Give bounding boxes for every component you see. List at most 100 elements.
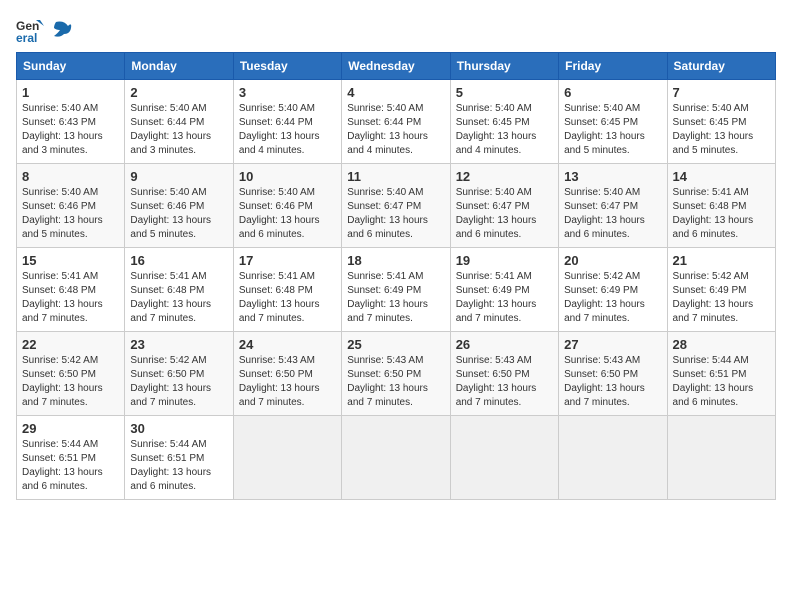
calendar-day-7: 7 Sunrise: 5:40 AMSunset: 6:45 PMDaylight… xyxy=(667,80,775,164)
day-number: 10 xyxy=(239,169,336,184)
day-details: Sunrise: 5:42 AMSunset: 6:50 PMDaylight:… xyxy=(130,354,227,410)
calendar-day-1: 1Sunrise: 5:40 AMSunset: 6:43 PMDaylight… xyxy=(17,80,125,164)
day-number: 27 xyxy=(564,337,661,352)
day-details: Sunrise: 5:40 AMSunset: 6:45 PMDaylight:… xyxy=(564,102,661,158)
calendar-day-15: 15Sunrise: 5:41 AMSunset: 6:48 PMDayligh… xyxy=(17,248,125,332)
day-details: Sunrise: 5:41 AMSunset: 6:48 PMDaylight:… xyxy=(673,186,770,242)
calendar-day-5: 5 Sunrise: 5:40 AMSunset: 6:45 PMDaylight… xyxy=(450,80,558,164)
day-number: 29 xyxy=(22,421,119,436)
day-of-week-wednesday: Wednesday xyxy=(342,53,450,80)
day-details: Sunrise: 5:40 AMSunset: 6:43 PMDaylight:… xyxy=(22,102,119,158)
calendar-day-4: 4 Sunrise: 5:40 AMSunset: 6:44 PMDaylight… xyxy=(342,80,450,164)
day-number: 19 xyxy=(456,253,553,268)
day-number: 20 xyxy=(564,253,661,268)
day-details: Sunrise: 5:43 AMSunset: 6:50 PMDaylight:… xyxy=(456,354,553,410)
day-number: 11 xyxy=(347,169,444,184)
day-number: 8 xyxy=(22,169,119,184)
empty-day xyxy=(233,416,341,500)
day-details: Sunrise: 5:40 AMSunset: 6:46 PMDaylight:… xyxy=(239,186,336,242)
calendar-day-14: 14 Sunrise: 5:41 AMSunset: 6:48 PMDayligh… xyxy=(667,164,775,248)
logo: Gen eral xyxy=(16,16,73,44)
calendar-day-2: 2 Sunrise: 5:40 AMSunset: 6:44 PMDaylight… xyxy=(125,80,233,164)
day-details: Sunrise: 5:44 AMSunset: 6:51 PMDaylight:… xyxy=(22,438,119,494)
calendar-day-6: 6 Sunrise: 5:40 AMSunset: 6:45 PMDaylight… xyxy=(559,80,667,164)
header: Gen eral xyxy=(16,16,776,44)
day-details: Sunrise: 5:40 AMSunset: 6:45 PMDaylight:… xyxy=(673,102,770,158)
calendar-container: SundayMondayTuesdayWednesdayThursdayFrid… xyxy=(16,52,776,500)
calendar-day-19: 19 Sunrise: 5:41 AMSunset: 6:49 PMDayligh… xyxy=(450,248,558,332)
day-details: Sunrise: 5:42 AMSunset: 6:49 PMDaylight:… xyxy=(673,270,770,326)
calendar-week-3: 22 Sunrise: 5:42 AMSunset: 6:50 PMDayligh… xyxy=(17,332,776,416)
calendar-day-9: 9Sunrise: 5:40 AMSunset: 6:46 PMDaylight… xyxy=(125,164,233,248)
calendar-day-16: 16 Sunrise: 5:41 AMSunset: 6:48 PMDayligh… xyxy=(125,248,233,332)
calendar-week-1: 8 Sunrise: 5:40 AMSunset: 6:46 PMDaylight… xyxy=(17,164,776,248)
day-number: 2 xyxy=(130,85,227,100)
day-of-week-friday: Friday xyxy=(559,53,667,80)
calendar-day-22: 22Sunrise: 5:42 AMSunset: 6:50 PMDayligh… xyxy=(17,332,125,416)
day-details: Sunrise: 5:44 AMSunset: 6:51 PMDaylight:… xyxy=(130,438,227,494)
calendar-day-3: 3 Sunrise: 5:40 AMSunset: 6:44 PMDaylight… xyxy=(233,80,341,164)
day-number: 5 xyxy=(456,85,553,100)
calendar-day-28: 28Sunrise: 5:44 AMSunset: 6:51 PMDayligh… xyxy=(667,332,775,416)
day-number: 12 xyxy=(456,169,553,184)
day-details: Sunrise: 5:43 AMSunset: 6:50 PMDaylight:… xyxy=(239,354,336,410)
day-details: Sunrise: 5:40 AMSunset: 6:46 PMDaylight:… xyxy=(22,186,119,242)
logo-icon: Gen eral xyxy=(16,16,44,44)
calendar-day-11: 11 Sunrise: 5:40 AMSunset: 6:47 PMDayligh… xyxy=(342,164,450,248)
logo-wordmark xyxy=(48,20,73,40)
calendar-day-27: 27 Sunrise: 5:43 AMSunset: 6:50 PMDayligh… xyxy=(559,332,667,416)
day-details: Sunrise: 5:40 AMSunset: 6:44 PMDaylight:… xyxy=(130,102,227,158)
day-of-week-saturday: Saturday xyxy=(667,53,775,80)
day-of-week-tuesday: Tuesday xyxy=(233,53,341,80)
day-number: 14 xyxy=(673,169,770,184)
day-number: 22 xyxy=(22,337,119,352)
day-number: 24 xyxy=(239,337,336,352)
day-details: Sunrise: 5:42 AMSunset: 6:49 PMDaylight:… xyxy=(564,270,661,326)
calendar-day-24: 24 Sunrise: 5:43 AMSunset: 6:50 PMDayligh… xyxy=(233,332,341,416)
day-details: Sunrise: 5:40 AMSunset: 6:44 PMDaylight:… xyxy=(347,102,444,158)
calendar-day-21: 21 Sunrise: 5:42 AMSunset: 6:49 PMDayligh… xyxy=(667,248,775,332)
day-details: Sunrise: 5:40 AMSunset: 6:47 PMDaylight:… xyxy=(456,186,553,242)
calendar-table: SundayMondayTuesdayWednesdayThursdayFrid… xyxy=(16,52,776,500)
calendar-day-8: 8 Sunrise: 5:40 AMSunset: 6:46 PMDaylight… xyxy=(17,164,125,248)
day-number: 7 xyxy=(673,85,770,100)
calendar-day-29: 29 Sunrise: 5:44 AMSunset: 6:51 PMDayligh… xyxy=(17,416,125,500)
day-number: 9 xyxy=(130,169,227,184)
day-details: Sunrise: 5:43 AMSunset: 6:50 PMDaylight:… xyxy=(564,354,661,410)
day-details: Sunrise: 5:40 AMSunset: 6:47 PMDaylight:… xyxy=(347,186,444,242)
day-number: 13 xyxy=(564,169,661,184)
day-number: 3 xyxy=(239,85,336,100)
day-number: 18 xyxy=(347,253,444,268)
empty-day xyxy=(450,416,558,500)
day-number: 21 xyxy=(673,253,770,268)
calendar-day-18: 18Sunrise: 5:41 AMSunset: 6:49 PMDayligh… xyxy=(342,248,450,332)
day-details: Sunrise: 5:41 AMSunset: 6:48 PMDaylight:… xyxy=(130,270,227,326)
day-details: Sunrise: 5:41 AMSunset: 6:48 PMDaylight:… xyxy=(239,270,336,326)
day-of-week-sunday: Sunday xyxy=(17,53,125,80)
day-details: Sunrise: 5:44 AMSunset: 6:51 PMDaylight:… xyxy=(673,354,770,410)
calendar-day-30: 30 Sunrise: 5:44 AMSunset: 6:51 PMDayligh… xyxy=(125,416,233,500)
calendar-day-12: 12 Sunrise: 5:40 AMSunset: 6:47 PMDayligh… xyxy=(450,164,558,248)
calendar-week-0: 1Sunrise: 5:40 AMSunset: 6:43 PMDaylight… xyxy=(17,80,776,164)
day-details: Sunrise: 5:40 AMSunset: 6:44 PMDaylight:… xyxy=(239,102,336,158)
day-number: 23 xyxy=(130,337,227,352)
day-number: 4 xyxy=(347,85,444,100)
day-details: Sunrise: 5:43 AMSunset: 6:50 PMDaylight:… xyxy=(347,354,444,410)
day-of-week-thursday: Thursday xyxy=(450,53,558,80)
day-details: Sunrise: 5:41 AMSunset: 6:48 PMDaylight:… xyxy=(22,270,119,326)
calendar-day-13: 13Sunrise: 5:40 AMSunset: 6:47 PMDayligh… xyxy=(559,164,667,248)
empty-day xyxy=(559,416,667,500)
day-number: 6 xyxy=(564,85,661,100)
day-details: Sunrise: 5:41 AMSunset: 6:49 PMDaylight:… xyxy=(456,270,553,326)
day-number: 16 xyxy=(130,253,227,268)
day-number: 26 xyxy=(456,337,553,352)
calendar-day-25: 25Sunrise: 5:43 AMSunset: 6:50 PMDayligh… xyxy=(342,332,450,416)
calendar-week-2: 15Sunrise: 5:41 AMSunset: 6:48 PMDayligh… xyxy=(17,248,776,332)
calendar-day-23: 23 Sunrise: 5:42 AMSunset: 6:50 PMDayligh… xyxy=(125,332,233,416)
day-number: 30 xyxy=(130,421,227,436)
day-details: Sunrise: 5:40 AMSunset: 6:45 PMDaylight:… xyxy=(456,102,553,158)
calendar-day-20: 20 Sunrise: 5:42 AMSunset: 6:49 PMDayligh… xyxy=(559,248,667,332)
calendar-header-row: SundayMondayTuesdayWednesdayThursdayFrid… xyxy=(17,53,776,80)
empty-day xyxy=(342,416,450,500)
calendar-day-10: 10 Sunrise: 5:40 AMSunset: 6:46 PMDayligh… xyxy=(233,164,341,248)
